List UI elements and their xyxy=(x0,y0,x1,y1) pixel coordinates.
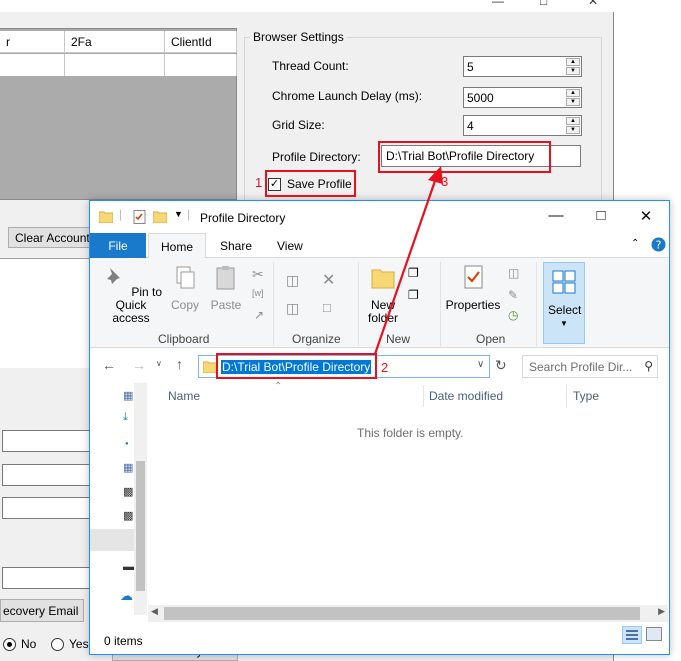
annotation-arrowhead xyxy=(428,166,443,184)
annotation-arrow-svg xyxy=(373,166,443,355)
annotation-arrow-line xyxy=(373,177,438,355)
